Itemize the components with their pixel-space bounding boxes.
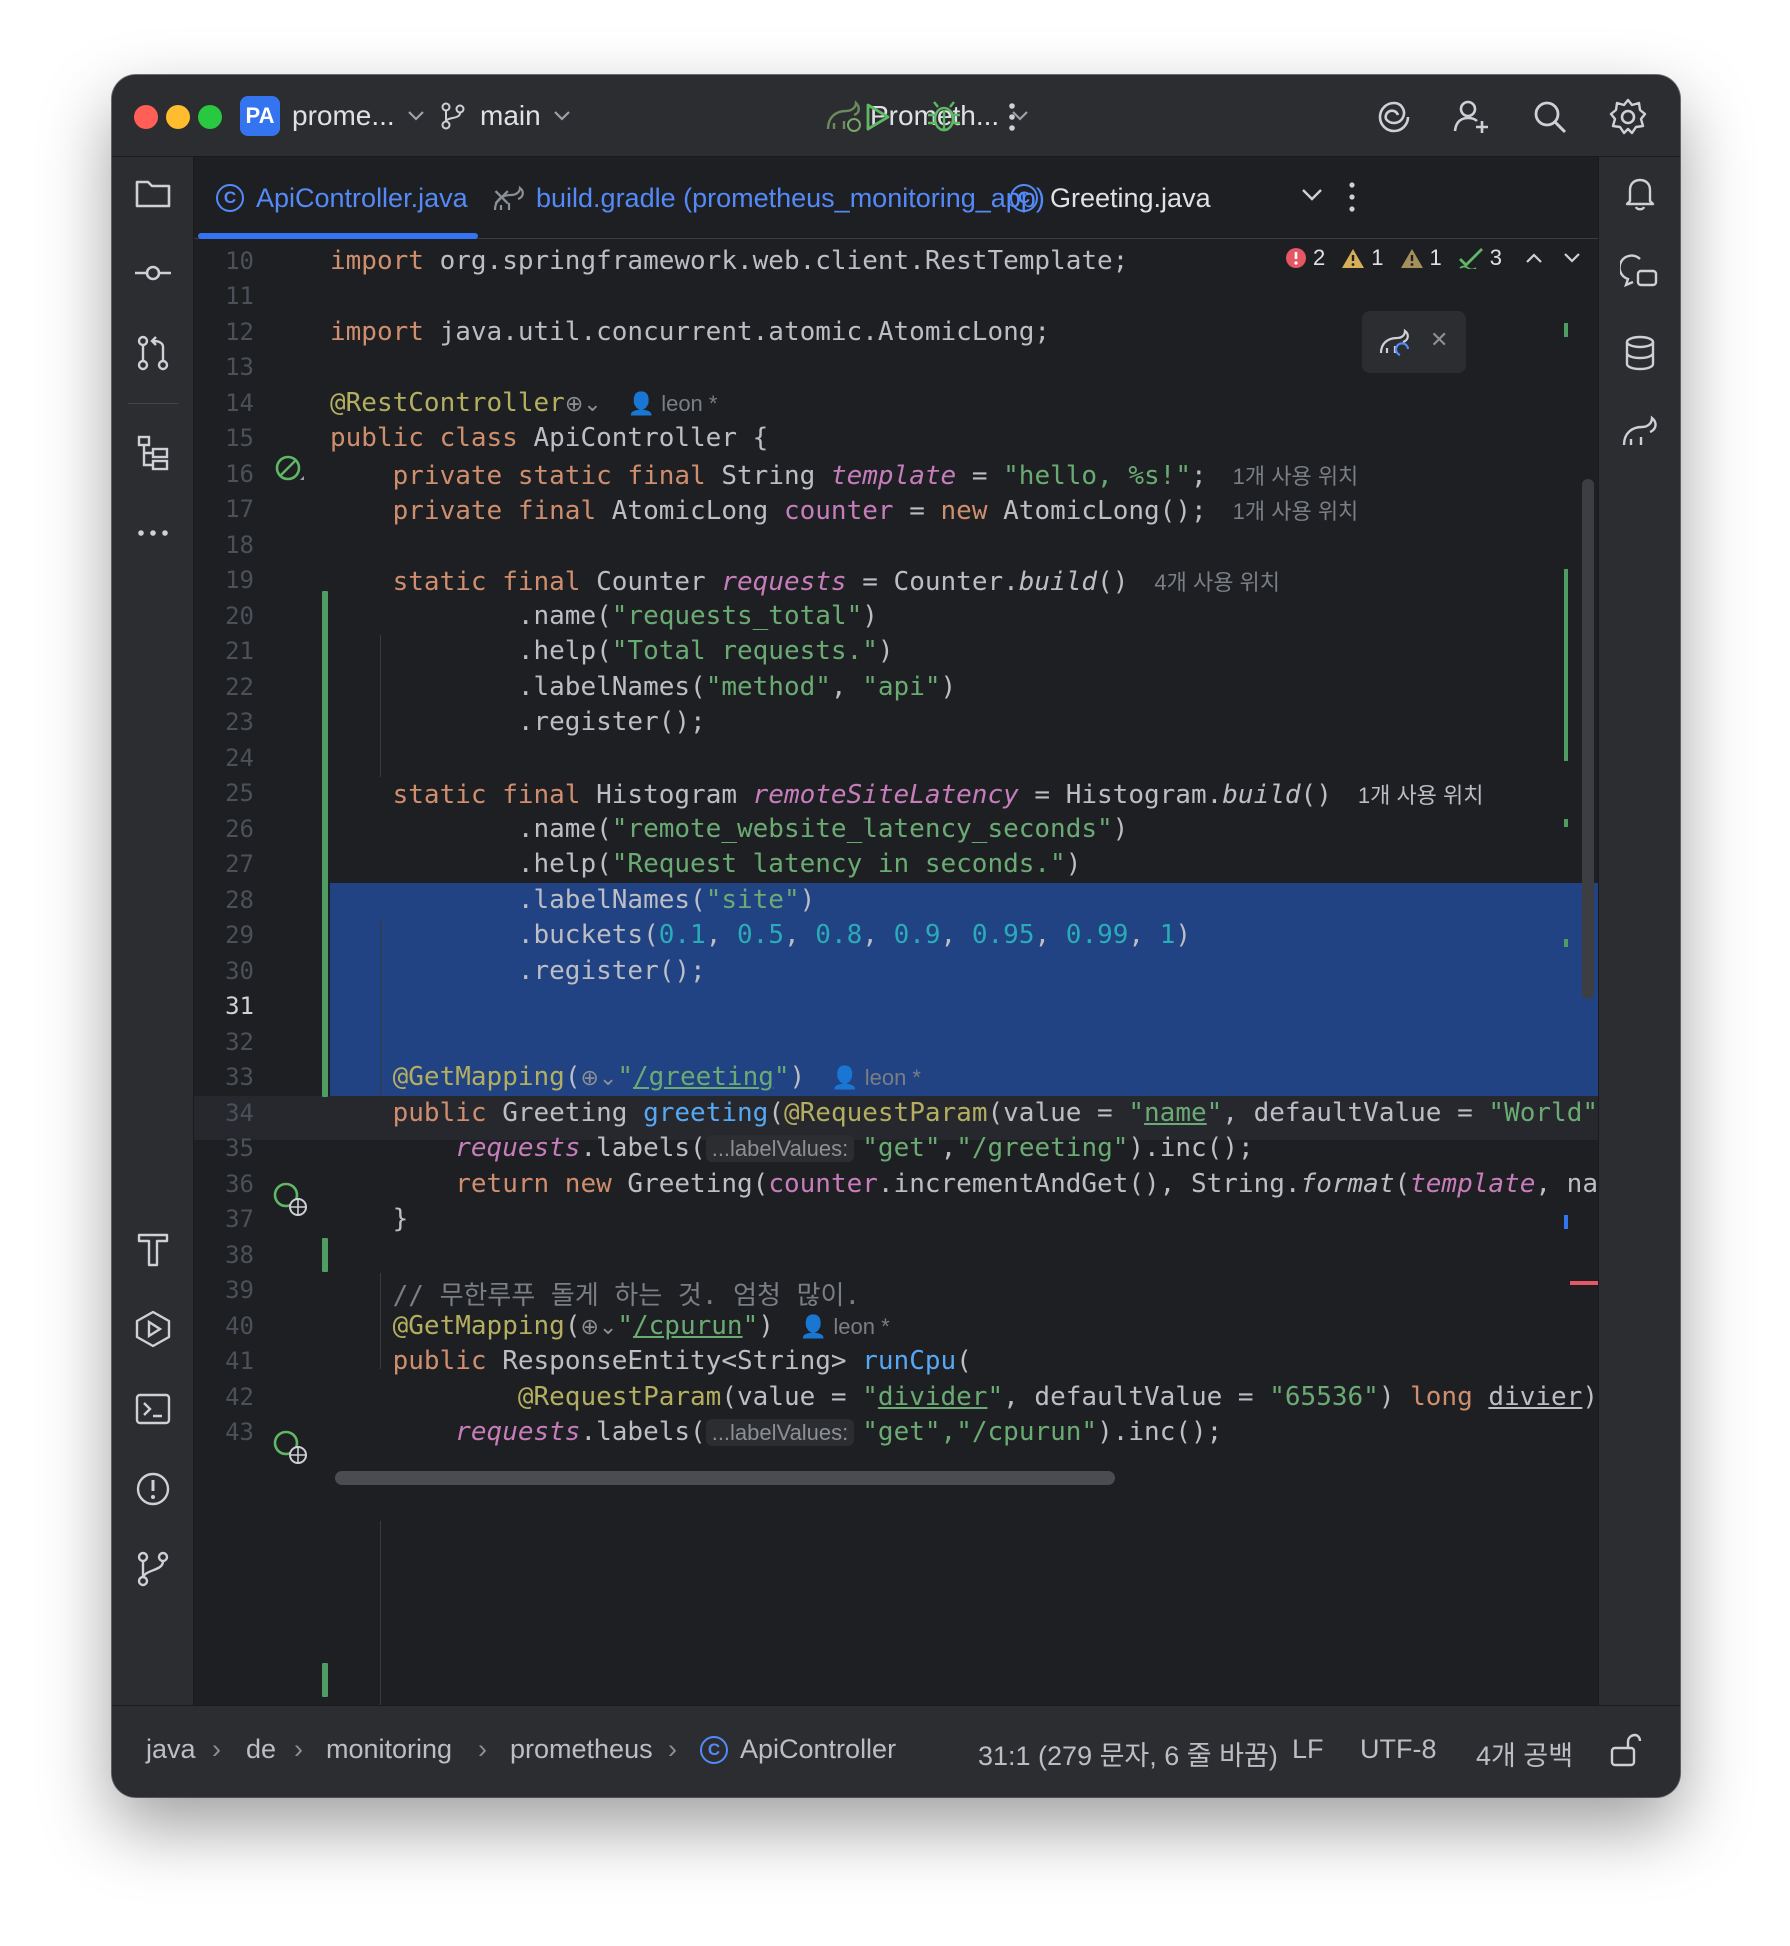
parameter-hint: ...labelValues: (705, 1419, 855, 1446)
more-tools-icon[interactable] (133, 513, 173, 553)
breadcrumb-item-class[interactable]: C ApiController (700, 1734, 896, 1765)
vcs-added-marker[interactable] (322, 1663, 328, 1697)
change-stripe-marker[interactable] (1564, 939, 1568, 947)
author-hint: 👤 leon * (627, 391, 718, 416)
project-folder-icon[interactable] (133, 173, 173, 213)
java-class-icon: C (700, 1735, 728, 1764)
globe-icon: ⊕⌄ (564, 391, 602, 416)
java-class-icon: C (1010, 184, 1038, 212)
tab-apicontroller[interactable]: C ApiController.java ✕ (216, 157, 512, 239)
usage-hint: 1개 사용 위치 (1357, 783, 1484, 808)
branch-selector[interactable]: main (440, 75, 571, 157)
gear-icon[interactable] (1608, 97, 1648, 137)
title-bar: PA prome... main Prometh... (112, 75, 1680, 157)
gradle-elephant-icon[interactable] (1620, 413, 1660, 453)
horizontal-scrollbar[interactable] (335, 1471, 1115, 1485)
ide-window: PA prome... main Prometh... (112, 75, 1680, 1797)
terminal-icon[interactable] (133, 1389, 173, 1429)
ai-assistant-icon[interactable] (1374, 97, 1414, 137)
indent-setting[interactable]: 4개 공백 (1476, 1734, 1573, 1773)
tab-greeting[interactable]: C Greeting.java (1010, 157, 1211, 239)
structure-icon[interactable] (133, 433, 173, 473)
git-branch-icon (441, 102, 465, 130)
debug-icon[interactable] (924, 97, 964, 137)
build-hammer-icon[interactable] (133, 1229, 173, 1269)
change-stripe-marker[interactable] (1564, 569, 1568, 761)
problems-icon[interactable] (133, 1469, 173, 1509)
run-icon[interactable] (856, 97, 896, 137)
tool-divider (128, 403, 178, 404)
maximize-window-button[interactable] (198, 105, 222, 129)
usage-hint: 4개 사용 위치 (1154, 570, 1281, 595)
search-icon[interactable] (1530, 97, 1570, 137)
code-line: 43 requests.labels(...labelValues: "get",… (225, 1417, 1223, 1447)
breadcrumb-separator: › (212, 1734, 221, 1764)
ai-chat-icon[interactable] (1620, 253, 1660, 293)
services-icon[interactable] (133, 1309, 173, 1349)
editor-tab-bar: C ApiController.java ✕ build.gradle (pro… (194, 157, 1598, 239)
breadcrumb-separator: › (668, 1734, 677, 1764)
code-editor[interactable]: 2 1 1 3 ✕ 10 import org.springframework.w… (194, 239, 1598, 1705)
tab-build-gradle[interactable]: build.gradle (prometheus_monitoring_app) (492, 157, 1045, 239)
more-vertical-icon[interactable] (992, 97, 1032, 137)
project-badge: PA (240, 96, 280, 136)
tab-label: ApiController.java (256, 182, 468, 213)
change-stripe-marker[interactable] (1564, 323, 1568, 337)
globe-icon: ⊕⌄ (580, 1314, 618, 1339)
pull-requests-icon[interactable] (133, 333, 173, 373)
branch-name: main (480, 100, 541, 131)
project-name: prome... (292, 100, 395, 131)
notifications-bell-icon[interactable] (1620, 173, 1660, 213)
line-separator[interactable]: LF (1292, 1734, 1324, 1765)
left-tool-strip (112, 157, 194, 1705)
parameter-hint: ...labelValues: (705, 1135, 855, 1162)
tab-label: build.gradle (prometheus_monitoring_app) (536, 182, 1045, 213)
change-stripe-marker[interactable] (1564, 819, 1568, 827)
breadcrumb-item[interactable]: de (246, 1734, 276, 1765)
breadcrumb-item[interactable]: java (146, 1734, 196, 1765)
breadcrumb-item[interactable]: prometheus (510, 1734, 653, 1765)
minimize-window-button[interactable] (166, 105, 190, 129)
database-icon[interactable] (1620, 333, 1660, 373)
vertical-scrollbar[interactable] (1582, 479, 1594, 999)
file-encoding[interactable]: UTF-8 (1360, 1734, 1437, 1765)
error-stripe-marker[interactable] (1570, 1281, 1598, 1285)
java-class-icon: C (216, 184, 244, 212)
breadcrumb-item[interactable]: monitoring (326, 1734, 452, 1765)
author-hint: 👤 leon * (799, 1314, 890, 1339)
caret-position[interactable]: 31:1 (279 문자, 6 줄 바꿈) (978, 1734, 1278, 1773)
info-stripe-marker[interactable] (1564, 1215, 1568, 1229)
close-window-button[interactable] (134, 105, 158, 129)
add-user-icon[interactable] (1452, 97, 1492, 137)
status-bar: java › de › monitoring › prometheus › CA… (112, 1705, 1680, 1797)
tab-list-chevron-icon[interactable] (1300, 187, 1324, 203)
right-tool-strip (1598, 157, 1680, 1705)
tab-more-icon[interactable] (1346, 179, 1358, 215)
breadcrumb-separator: › (478, 1734, 487, 1764)
tab-label: Greeting.java (1050, 182, 1211, 213)
indent-guide (380, 1521, 381, 1705)
globe-icon: ⊕⌄ (580, 1065, 618, 1090)
chevron-down-icon (407, 111, 424, 121)
chevron-down-icon (553, 111, 570, 121)
git-icon[interactable] (133, 1549, 173, 1589)
breadcrumb-separator: › (294, 1734, 303, 1764)
author-hint: 👤 leon * (831, 1065, 921, 1090)
gradle-file-icon (493, 185, 524, 211)
usage-hint: 1개 사용 위치 (1232, 464, 1359, 489)
project-selector[interactable]: PA prome... (240, 75, 425, 157)
unlock-icon[interactable] (1608, 1732, 1642, 1768)
usage-hint: 1개 사용 위치 (1232, 499, 1359, 524)
commit-icon[interactable] (133, 253, 173, 293)
